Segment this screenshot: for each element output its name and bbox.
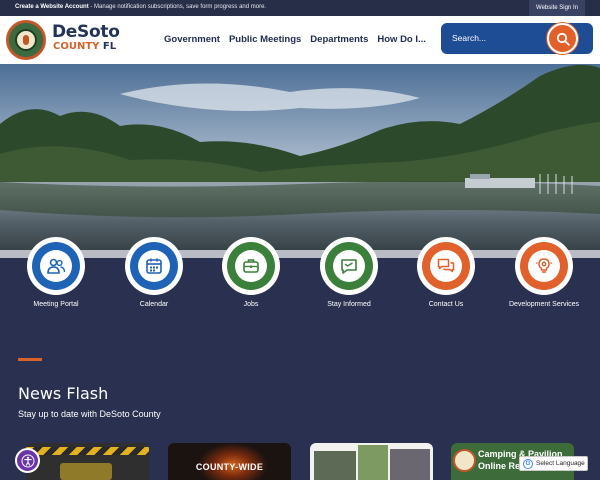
county-seal-logo[interactable] [6,20,46,60]
road-sign-image [60,463,112,480]
nav-government[interactable]: Government [164,34,220,45]
quick-link-label: Calendar [139,301,169,308]
search-input[interactable]: Search... [452,33,486,43]
nav-departments[interactable]: Departments [310,34,368,45]
logo-fl-word: FL [102,41,117,52]
google-g-icon: G [523,459,533,469]
quick-link-label: Contact Us [428,301,464,308]
search-button[interactable] [547,23,578,54]
top-utility-bar: Create a Website Account - Manage notifi… [0,0,600,16]
quick-link-contact-us[interactable]: Contact Us [396,237,496,308]
news-card-road-work[interactable] [26,443,149,480]
chat-bubbles-icon [437,258,455,273]
accessibility-icon [21,454,35,468]
quick-links-row: Meeting Portal Calendar Jobs Stay Inform… [0,237,600,317]
news-flash-subtitle: Stay up to date with DeSoto County [18,409,161,419]
quick-link-label: Jobs [243,301,259,308]
section-accent-bar [18,358,42,361]
calendar-icon [146,258,162,274]
create-account-description: - Manage notification subscriptions, sav… [88,4,267,10]
collage-photo [358,445,388,480]
collage-photo [314,451,356,480]
logo-line-desoto: DeSoto [52,22,120,42]
quick-link-label: Stay Informed [327,301,371,308]
website-sign-in-button[interactable]: Website Sign In [529,0,585,16]
quick-link-label: Meeting Portal [33,301,79,308]
create-account-link[interactable]: Create a Website Account [15,4,89,10]
logo-county-word: COUNTY [53,41,103,52]
quick-link-stay-informed[interactable]: Stay Informed [299,237,399,308]
nav-how-do-i[interactable]: How Do I... [377,34,426,45]
county-seal-icon [453,449,476,472]
lightbulb-gear-icon [536,258,552,273]
collage-photo [390,449,430,480]
main-navigation: Government Public Meetings Departments H… [164,34,426,45]
people-icon [47,258,66,274]
news-card-photo-collage[interactable] [310,443,433,480]
briefcase-icon [243,259,259,273]
news-flash-heading: News Flash [18,384,109,403]
search-icon [556,32,570,46]
quick-link-calendar[interactable]: Calendar [104,237,204,308]
news-card-title: COUNTY-WIDE [195,462,264,472]
search-box[interactable]: Search... [441,23,593,54]
quick-link-label: Development Services [508,301,580,308]
select-language-widget[interactable]: G Select Language [519,456,588,471]
quick-link-development-services[interactable]: Development Services [494,237,594,308]
nav-public-meetings[interactable]: Public Meetings [229,34,301,45]
caution-stripe [26,447,149,455]
create-account-notice: Create a Website Account - Manage notifi… [15,4,266,10]
quick-link-jobs[interactable]: Jobs [201,237,301,308]
logo-line-county: COUNTY FL [53,41,120,53]
site-header: DeSoto COUNTY FL Government Public Meeti… [0,16,600,64]
hero-river-image [0,64,600,258]
news-card-county-wide[interactable]: COUNTY-WIDE [168,443,291,480]
message-icon [341,259,357,274]
site-logo-text[interactable]: DeSoto COUNTY FL [52,24,120,53]
accessibility-button[interactable] [15,448,40,473]
quick-link-meeting-portal[interactable]: Meeting Portal [6,237,106,308]
select-language-label: Select Language [536,460,585,467]
